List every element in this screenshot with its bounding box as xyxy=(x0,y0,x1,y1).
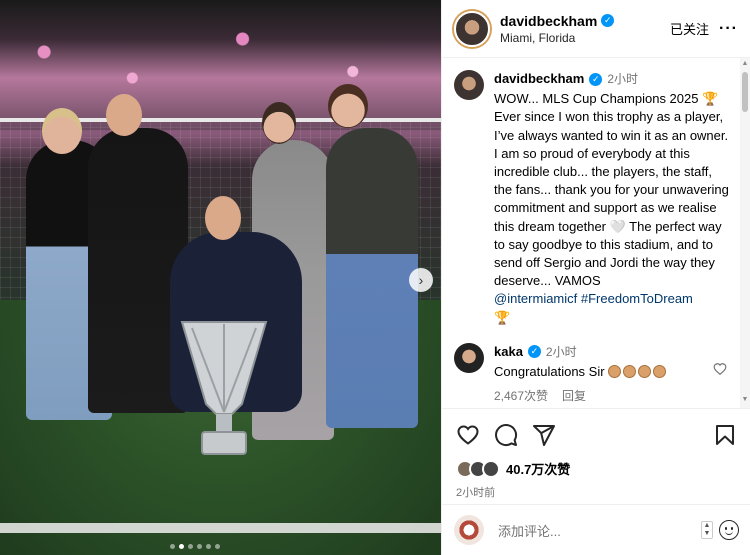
more-options-icon[interactable]: ··· xyxy=(719,20,738,38)
verified-badge-icon: ✓ xyxy=(601,14,615,27)
carousel-dots xyxy=(170,544,220,549)
like-icon[interactable] xyxy=(456,423,480,447)
clap-emoji-icon xyxy=(653,364,667,378)
comment-body: kaka ✓ 2小时 Congratulations Sir 2,467次赞 回… xyxy=(494,343,731,405)
next-image-button[interactable]: › xyxy=(409,268,433,292)
carousel-dot xyxy=(188,544,193,549)
carousel-dot xyxy=(170,544,175,549)
caption-time[interactable]: 2小时 xyxy=(607,70,638,88)
carousel-dot xyxy=(206,544,211,549)
current-user-avatar xyxy=(454,515,484,545)
post-actions: 40.7万次赞 2小时前 xyxy=(442,408,750,500)
post-location[interactable]: Miami, Florida xyxy=(500,31,670,45)
likes-row: 40.7万次赞 xyxy=(456,459,737,478)
verified-badge-icon: ✓ xyxy=(589,72,603,86)
comment-likes[interactable]: 2,467次赞 xyxy=(494,387,548,405)
person-2-head xyxy=(106,94,142,136)
post-time[interactable]: 2小时前 xyxy=(456,484,737,500)
likes-count[interactable]: 40.7万次赞 xyxy=(506,459,570,478)
post-header: davidbeckham ✓ Miami, Florida 已关注 ··· xyxy=(442,0,750,58)
comment-icon[interactable] xyxy=(494,423,518,447)
comment-item: kaka ✓ 2小时 Congratulations Sir 2,467次赞 回… xyxy=(454,342,731,405)
author-username-row: davidbeckham ✓ xyxy=(500,13,670,29)
following-button[interactable]: 已关注 xyxy=(670,19,709,38)
verified-badge-icon: ✓ xyxy=(527,345,541,359)
person-1-head xyxy=(42,108,82,154)
save-icon[interactable] xyxy=(713,423,737,447)
author-info: davidbeckham ✓ Miami, Florida xyxy=(500,13,670,45)
trophy-emoji: 🏆 xyxy=(494,309,511,325)
mention-link[interactable]: @intermiamicf xyxy=(494,291,577,306)
comment-text-row: Congratulations Sir xyxy=(494,363,731,381)
author-avatar[interactable] xyxy=(454,10,490,47)
comments-area[interactable]: davidbeckham ✓ 2小时 WOW... MLS Cup Champi… xyxy=(442,58,750,408)
scroll-stepper[interactable]: ▲ ▼ xyxy=(701,521,713,539)
caption: davidbeckham ✓ 2小时 WOW... MLS Cup Champi… xyxy=(454,70,731,327)
clap-emoji-icon xyxy=(638,364,652,378)
post-image[interactable]: › xyxy=(0,0,441,555)
carousel-dot xyxy=(215,544,220,549)
add-comment-input[interactable]: 添加评论... xyxy=(498,521,701,540)
carousel-dot xyxy=(179,544,184,549)
emoji-icon[interactable] xyxy=(719,520,739,540)
caption-username[interactable]: davidbeckham xyxy=(494,70,584,88)
comment-like-icon[interactable] xyxy=(713,362,727,376)
pitch-line xyxy=(0,523,441,533)
scrollbar-thumb[interactable] xyxy=(742,72,748,112)
post-panel: davidbeckham ✓ Miami, Florida 已关注 ··· da… xyxy=(441,0,750,555)
caption-text: WOW... MLS Cup Champions 2025 🏆 Ever sin… xyxy=(494,91,729,289)
caption-avatar[interactable] xyxy=(454,70,484,100)
person-4 xyxy=(326,128,418,428)
person-3-head xyxy=(262,102,296,144)
trophy xyxy=(180,321,268,455)
clap-emoji-icon xyxy=(608,364,622,378)
comment-text: Congratulations Sir xyxy=(494,363,605,379)
clap-emoji-icon xyxy=(623,364,637,378)
carousel-dot xyxy=(197,544,202,549)
instagram-post: › davidbeckham ✓ Miami, Florida 已关注 ··· … xyxy=(0,0,750,555)
reply-button[interactable]: 回复 xyxy=(562,387,586,405)
share-icon[interactable] xyxy=(532,423,556,447)
comment-head: kaka ✓ 2小时 xyxy=(494,343,731,361)
add-comment-controls: ▲ ▼ xyxy=(701,520,739,540)
caption-body: davidbeckham ✓ 2小时 WOW... MLS Cup Champi… xyxy=(494,70,731,327)
author-username[interactable]: davidbeckham xyxy=(500,13,597,29)
action-row xyxy=(456,423,737,447)
hashtag-link[interactable]: #FreedomToDream xyxy=(581,291,693,306)
caption-head: davidbeckham ✓ 2小时 xyxy=(494,70,731,88)
person-4-head xyxy=(328,84,368,128)
person-5-head xyxy=(205,196,241,240)
comment-time: 2小时 xyxy=(545,344,577,359)
comment-meta: 2,467次赞 回复 xyxy=(494,387,731,405)
comment-avatar[interactable] xyxy=(454,342,484,373)
comment-username[interactable]: kaka xyxy=(494,343,523,361)
scroll-down-arrow-icon[interactable]: ▼ xyxy=(741,396,749,403)
scroll-up-arrow-icon[interactable]: ▲ xyxy=(741,60,749,67)
liker-avatar xyxy=(482,459,500,478)
add-comment-bar: 添加评论... ▲ ▼ xyxy=(442,504,750,555)
